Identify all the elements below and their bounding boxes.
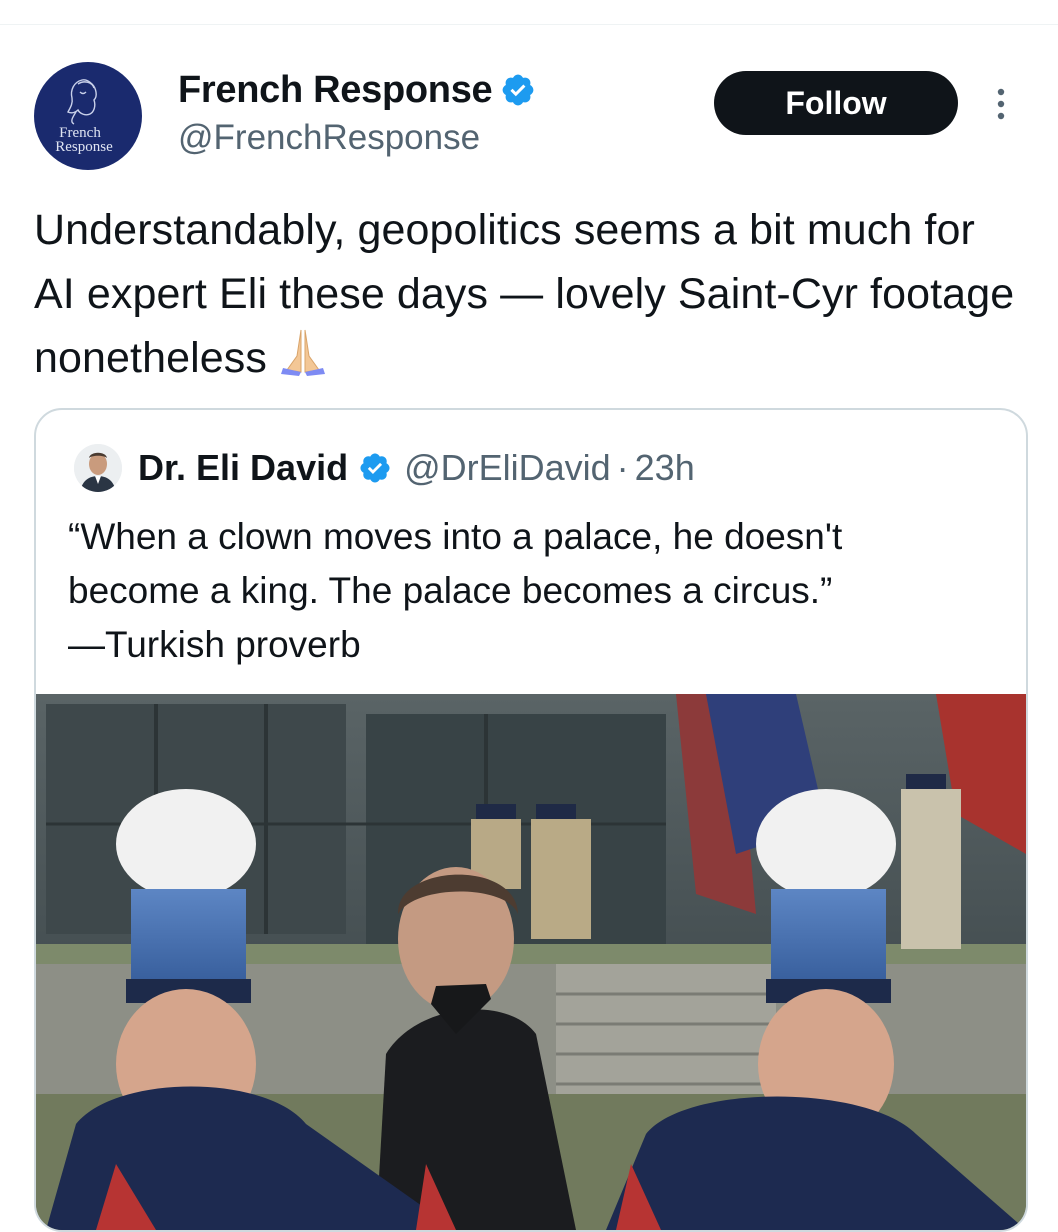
- tweet-body: Understandably, geopolitics seems a bit …: [34, 206, 1015, 382]
- quoted-author-name[interactable]: Dr. Eli David: [138, 447, 348, 489]
- quoted-author-handle[interactable]: @DrEliDavid: [404, 447, 611, 489]
- quoted-text-line2: become a king. The palace becomes a circ…: [68, 570, 833, 611]
- top-divider: [0, 24, 1058, 25]
- quoted-separator-dot: ·: [616, 447, 629, 488]
- author-name-row: French Response: [178, 68, 536, 112]
- quoted-verified-badge-icon: [360, 453, 390, 483]
- quoted-video-thumbnail[interactable]: [36, 694, 1026, 1230]
- quoted-text-line1: “When a clown moves into a palace, he do…: [68, 516, 843, 557]
- quoted-tweet-text: “When a clown moves into a palace, he do…: [68, 510, 998, 672]
- author-handle[interactable]: @FrenchResponse: [178, 118, 480, 158]
- quoted-tweet-card[interactable]: Dr. Eli David @DrEliDavid · 23h “When a …: [34, 408, 1028, 1232]
- tweet-text: Understandably, geopolitics seems a bit …: [34, 198, 1024, 390]
- folded-hands-emoji: [281, 329, 326, 376]
- more-options-icon[interactable]: [986, 84, 1016, 124]
- avatar-text-line2: Response: [55, 139, 113, 155]
- quoted-author-avatar[interactable]: [74, 444, 122, 492]
- quoted-tweet-header: Dr. Eli David @DrEliDavid · 23h: [74, 442, 695, 494]
- quoted-text-line3: —Turkish proverb: [68, 624, 361, 665]
- quoted-timestamp[interactable]: 23h: [635, 447, 695, 489]
- follow-button[interactable]: Follow: [714, 71, 958, 135]
- verified-badge-icon: [503, 74, 534, 106]
- author-avatar[interactable]: French Response: [34, 62, 142, 170]
- quoted-avatar-portrait-icon: [74, 444, 122, 492]
- tweet-header: French Response French Response @FrenchR…: [34, 62, 1024, 172]
- author-display-name[interactable]: French Response: [178, 69, 493, 112]
